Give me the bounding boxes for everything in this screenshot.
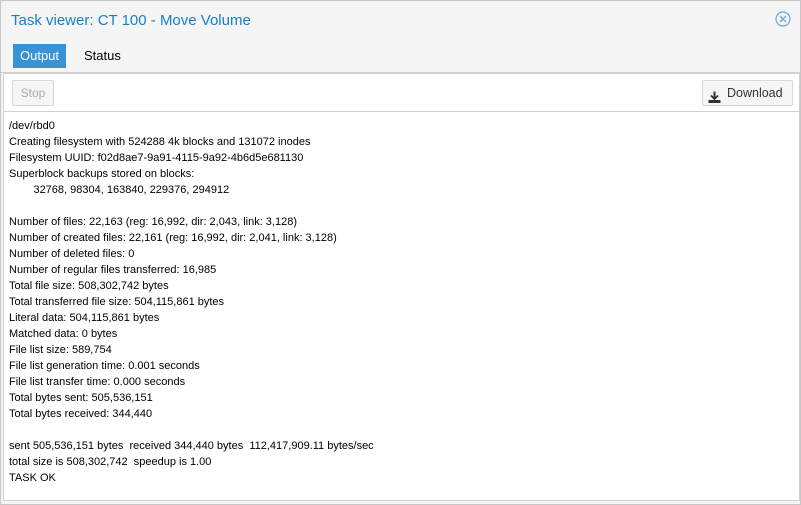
log-line: TASK OK [9, 472, 56, 484]
tab-status[interactable]: Status [77, 44, 128, 68]
log-line: File list size: 589,754 [9, 344, 112, 356]
task-viewer-window: Task viewer: CT 100 - Move Volume Output… [0, 0, 801, 505]
log-line: Superblock backups stored on blocks: [9, 168, 195, 180]
tab-bar: Output Status [1, 39, 800, 73]
tab-output[interactable]: Output [13, 44, 67, 68]
download-button[interactable]: Download [702, 80, 793, 106]
log-line: Number of regular files transferred: 16,… [9, 264, 217, 276]
toolbar: Stop Download [4, 74, 799, 112]
log-line: Matched data: 0 bytes [9, 328, 118, 340]
log-line: total size is 508,302,742 speedup is 1.0… [9, 456, 212, 468]
window-title: Task viewer: CT 100 - Move Volume [11, 12, 251, 29]
log-line: File list generation time: 0.001 seconds [9, 360, 200, 372]
log-line: sent 505,536,151 bytes received 344,440 … [9, 440, 374, 452]
log-line: Number of created files: 22,161 (reg: 16… [9, 232, 337, 244]
close-icon[interactable] [775, 11, 791, 27]
output-panel: Stop Download /dev/rbd0 Creating filesys… [3, 73, 800, 501]
log-line: Number of files: 22,163 (reg: 16,992, di… [9, 216, 297, 228]
task-log: /dev/rbd0 Creating filesystem with 52428… [9, 118, 794, 494]
log-line: Total bytes sent: 505,536,151 [9, 392, 153, 404]
log-line: Total transferred file size: 504,115,861… [9, 296, 225, 308]
download-icon [708, 87, 721, 103]
log-line: /dev/rbd0 [9, 120, 55, 132]
log-line: Filesystem UUID: f02d8ae7-9a91-4115-9a92… [9, 152, 304, 164]
log-line: File list transfer time: 0.000 seconds [9, 376, 186, 388]
log-line: Total bytes received: 344,440 [9, 408, 153, 420]
download-label: Download [727, 86, 783, 100]
log-line: Number of deleted files: 0 [9, 248, 135, 260]
title-bar: Task viewer: CT 100 - Move Volume [1, 1, 800, 39]
log-line: Creating filesystem with 524288 4k block… [9, 136, 311, 148]
log-line: 32768, 98304, 163840, 229376, 294912 [9, 184, 230, 196]
log-line: Literal data: 504,115,861 bytes [9, 312, 160, 324]
log-line: Total file size: 508,302,742 bytes [9, 280, 169, 292]
stop-button[interactable]: Stop [12, 80, 54, 106]
